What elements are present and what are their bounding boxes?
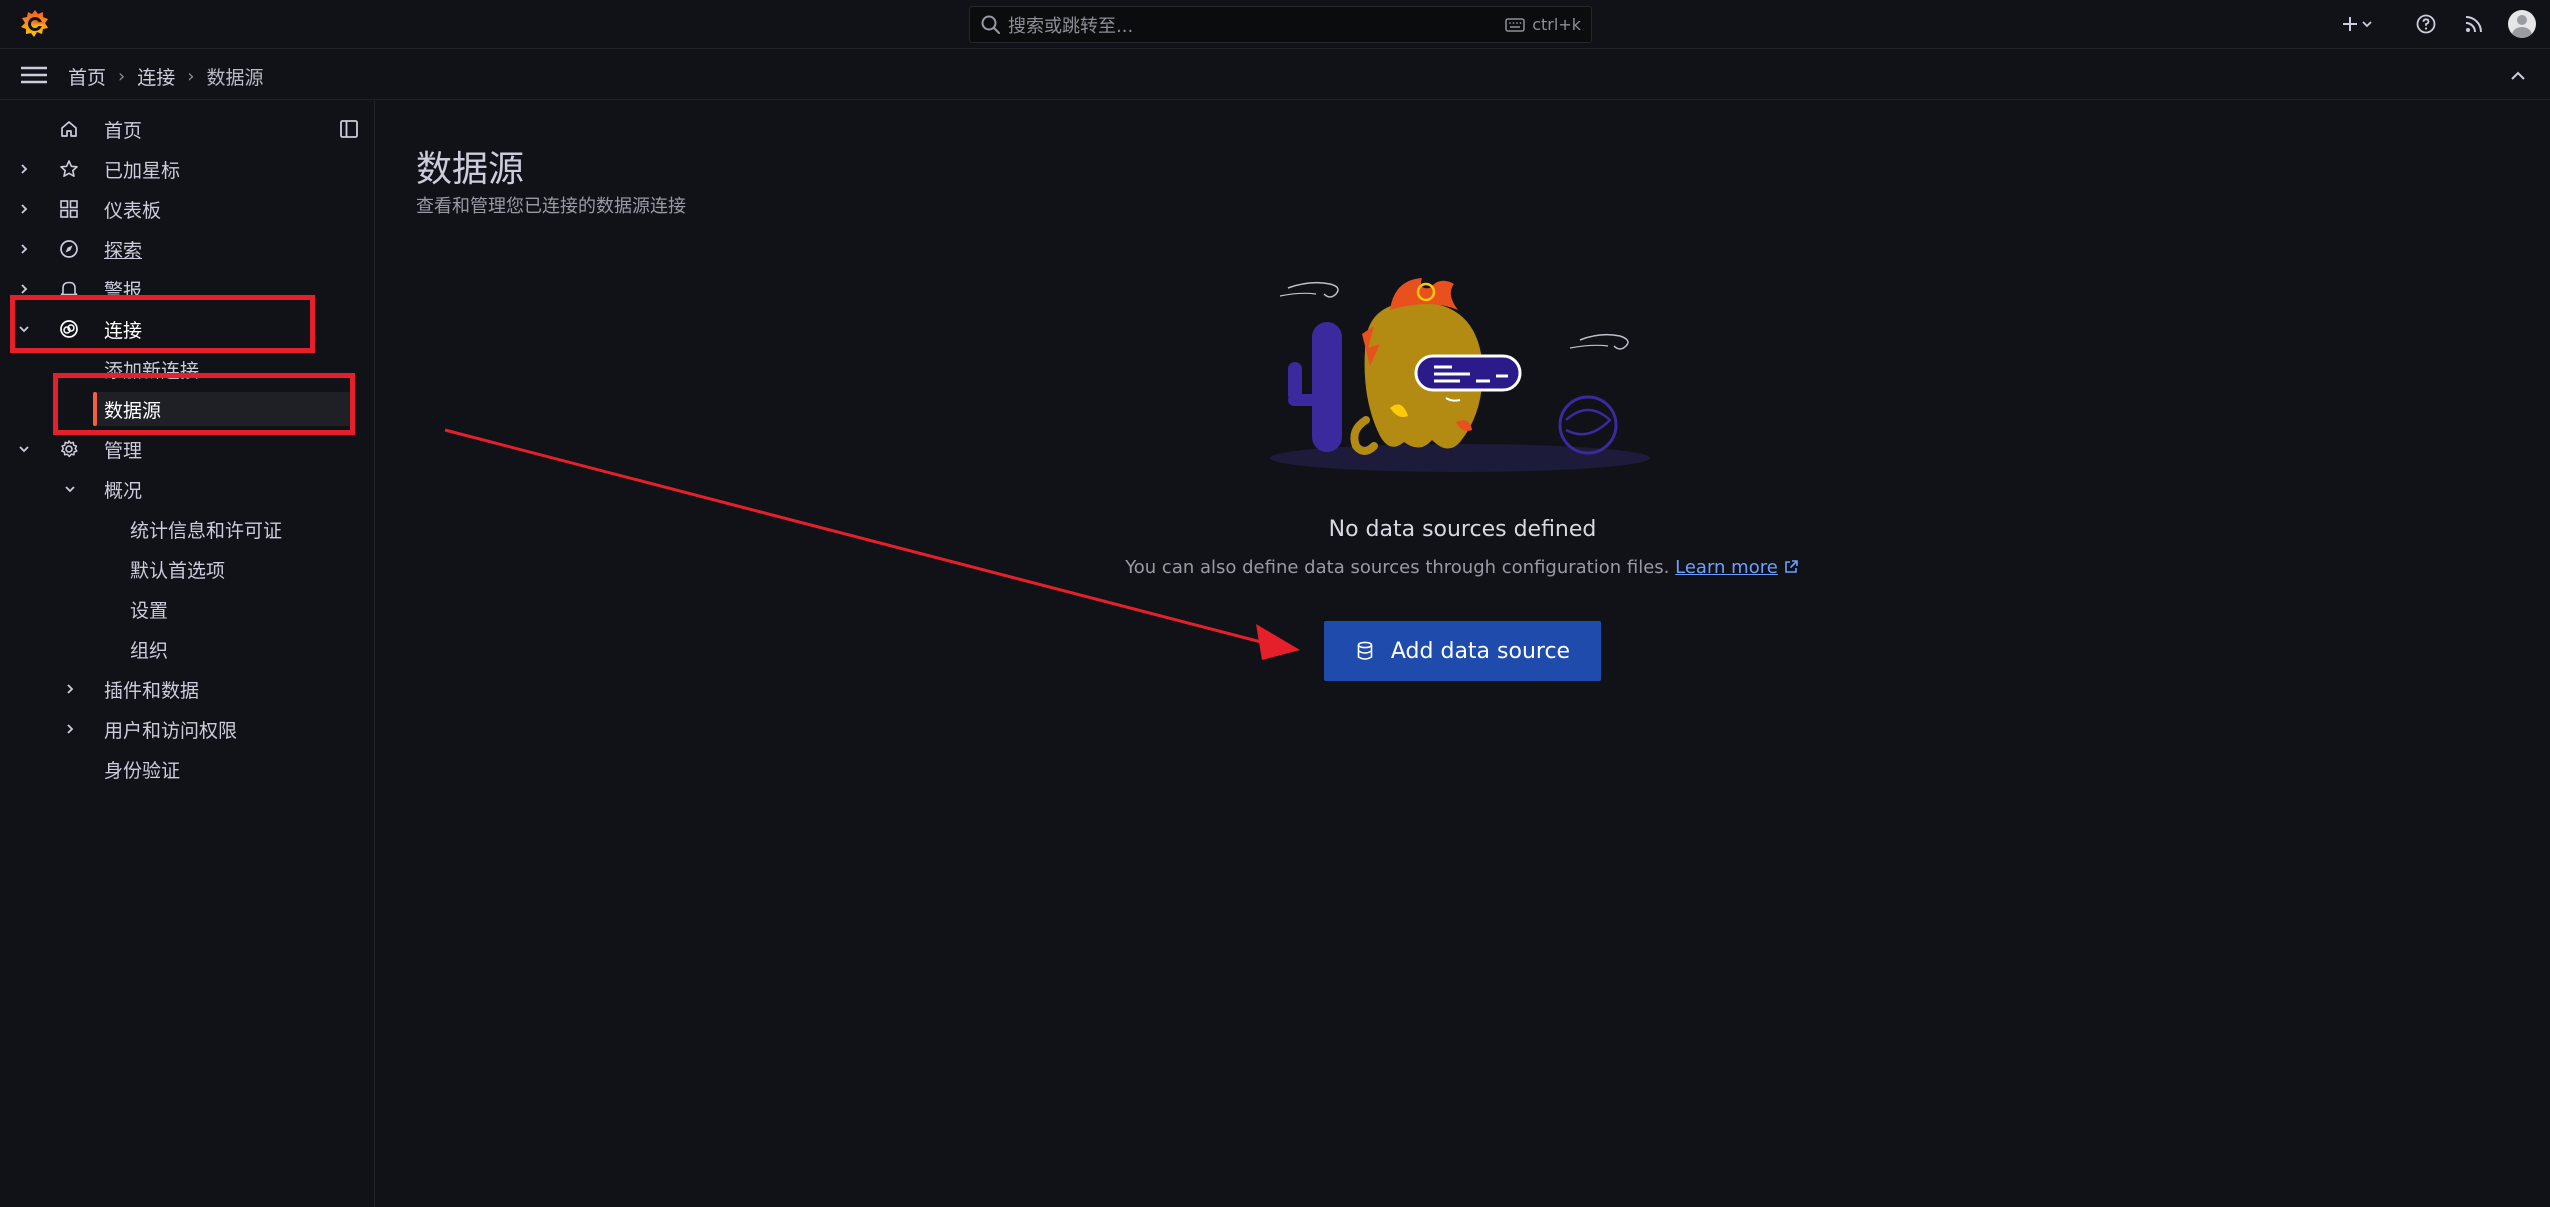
new-menu-button[interactable] bbox=[2335, 10, 2379, 38]
search-icon bbox=[981, 15, 1000, 34]
plus-icon bbox=[2343, 17, 2357, 31]
sidebar-item-label: 设置 bbox=[130, 599, 169, 622]
cog-icon bbox=[61, 440, 78, 458]
sidebar-item-general[interactable]: 概况 bbox=[40, 471, 340, 507]
grafana-logo-icon[interactable] bbox=[18, 7, 52, 41]
empty-state-text: You can also define data sources through… bbox=[1125, 557, 1670, 578]
apps-icon bbox=[60, 200, 78, 218]
avatar bbox=[2508, 10, 2536, 38]
sidebar-item-label: 仪表板 bbox=[104, 199, 162, 222]
rss-icon bbox=[2465, 16, 2482, 33]
search-placeholder: 搜索或跳转至... bbox=[1008, 15, 1134, 37]
search-input[interactable]: 搜索或跳转至... ctrl+k bbox=[969, 6, 1592, 43]
profile-button[interactable] bbox=[2506, 10, 2538, 38]
help-icon bbox=[2416, 14, 2436, 34]
annotation-highlight-connections bbox=[10, 295, 315, 353]
sidebar-item-organizations[interactable]: 组织 bbox=[120, 631, 350, 667]
sidebar-item-label: 统计信息和许可证 bbox=[130, 519, 283, 542]
sidebar-item-default-preferences[interactable]: 默认首选项 bbox=[120, 551, 350, 587]
keyboard-icon bbox=[1505, 17, 1525, 32]
sidebar-item-label: 已加星标 bbox=[104, 159, 181, 182]
sidebar-item-users-and-access[interactable]: 用户和访问权限 bbox=[40, 711, 340, 747]
external-link-icon[interactable] bbox=[1782, 558, 1800, 576]
breadcrumb-connections[interactable]: 连接 bbox=[137, 63, 175, 90]
learn-more-link[interactable]: Learn more bbox=[1675, 557, 1778, 578]
sidebar-item-label: 组织 bbox=[130, 639, 169, 662]
page-subtitle: 查看和管理您已连接的数据源连接 bbox=[416, 196, 686, 217]
sidebar-item-explore[interactable]: 探索 bbox=[0, 231, 330, 267]
chevron-down-icon bbox=[2362, 21, 2372, 28]
chevron-right-icon[interactable] bbox=[16, 201, 32, 217]
add-data-source-button[interactable]: Add data source bbox=[1324, 621, 1601, 681]
breadcrumb-separator: › bbox=[187, 66, 195, 87]
home-icon bbox=[61, 121, 77, 137]
breadcrumb: 首页 › 连接 › 数据源 bbox=[68, 63, 263, 90]
sidebar-item-label: 概况 bbox=[104, 479, 143, 502]
add-data-source-label: Add data source bbox=[1390, 638, 1571, 664]
chevron-right-icon[interactable] bbox=[16, 161, 32, 177]
chevron-right-icon[interactable] bbox=[62, 681, 78, 697]
database-icon bbox=[1357, 641, 1373, 660]
chevron-up-icon[interactable] bbox=[2504, 62, 2532, 90]
sidebar-item-plugins-and-data[interactable]: 插件和数据 bbox=[40, 671, 340, 707]
hamburger-menu-icon[interactable] bbox=[18, 62, 50, 88]
compass-icon bbox=[60, 240, 78, 258]
sidebar-item-label: 默认首选项 bbox=[130, 559, 226, 582]
chevron-right-icon[interactable] bbox=[62, 721, 78, 737]
news-button[interactable] bbox=[2458, 10, 2490, 38]
dock-menu-icon[interactable] bbox=[338, 118, 360, 140]
search-shortcut: ctrl+k bbox=[1532, 15, 1581, 34]
breadcrumb-home[interactable]: 首页 bbox=[68, 63, 106, 90]
help-button[interactable] bbox=[2410, 10, 2442, 38]
sidebar-item-authentication[interactable]: 身份验证 bbox=[40, 751, 340, 787]
chevron-down-icon[interactable] bbox=[62, 481, 78, 497]
sidebar-item-label: 探索 bbox=[104, 239, 143, 262]
sidebar-item-settings[interactable]: 设置 bbox=[120, 591, 350, 627]
annotation-highlight-datasources bbox=[53, 373, 355, 435]
sidebar-item-label: 首页 bbox=[104, 119, 143, 142]
sidebar-item-home[interactable]: 首页 bbox=[0, 111, 330, 147]
empty-state-description: You can also define data sources through… bbox=[1100, 557, 1825, 578]
star-icon bbox=[60, 160, 78, 178]
empty-state-title: No data sources defined bbox=[1328, 517, 1597, 542]
page-title: 数据源 bbox=[416, 149, 525, 190]
sidebar-item-stats-and-license[interactable]: 统计信息和许可证 bbox=[120, 511, 350, 547]
sidebar-item-label: 管理 bbox=[104, 439, 143, 462]
sidebar-item-administration[interactable]: 管理 bbox=[0, 431, 330, 467]
breadcrumb-bar: 首页 › 连接 › 数据源 bbox=[0, 50, 2550, 100]
top-bar: 搜索或跳转至... ctrl+k bbox=[0, 0, 2550, 49]
sidebar-item-label: 插件和数据 bbox=[104, 679, 200, 702]
breadcrumb-separator: › bbox=[118, 66, 126, 87]
sidebar-item-starred[interactable]: 已加星标 bbox=[0, 151, 330, 187]
sidebar-item-label: 身份验证 bbox=[104, 759, 181, 782]
annotation-arrow bbox=[444, 428, 1300, 660]
sidebar-item-label: 用户和访问权限 bbox=[104, 719, 238, 742]
chevron-down-icon[interactable] bbox=[16, 441, 32, 457]
sidebar-item-dashboards[interactable]: 仪表板 bbox=[0, 191, 330, 227]
chevron-right-icon[interactable] bbox=[16, 241, 32, 257]
breadcrumb-datasources: 数据源 bbox=[206, 67, 264, 89]
empty-state-illustration bbox=[1270, 278, 1650, 472]
